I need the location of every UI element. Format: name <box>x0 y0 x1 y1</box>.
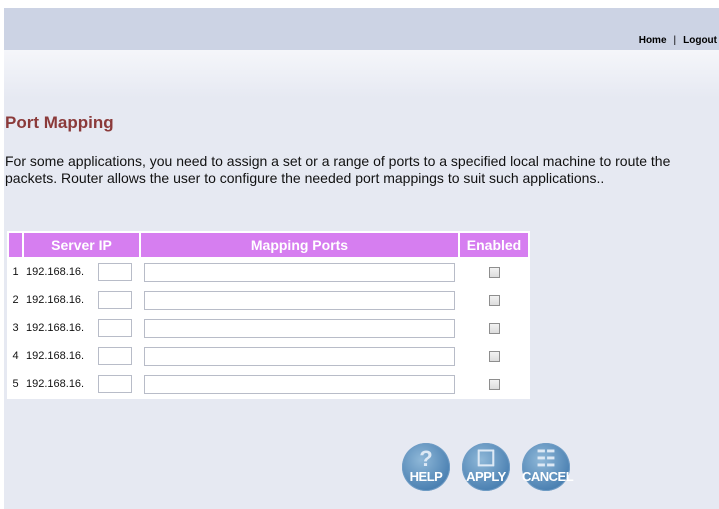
table-row: 5 192.168.16. <box>9 371 528 397</box>
header-mapping-ports: Mapping Ports <box>141 233 458 257</box>
server-ip-input[interactable] <box>98 375 132 393</box>
row-number: 2 <box>9 287 22 313</box>
ip-prefix: 192.168.16. <box>26 321 85 334</box>
row-number: 5 <box>9 371 22 397</box>
enabled-checkbox[interactable] <box>488 378 500 390</box>
header-enabled: Enabled <box>460 233 528 257</box>
ip-prefix: 192.168.16. <box>26 293 85 306</box>
table-row: 1 192.168.16. <box>9 259 528 285</box>
enabled-checkbox[interactable] <box>488 294 500 306</box>
enabled-checkbox[interactable] <box>488 322 500 334</box>
top-links: Home | Logout <box>639 35 717 46</box>
ip-prefix: 192.168.16. <box>26 377 85 390</box>
port-mapping-table: Server IP Mapping Ports Enabled 1 192.16… <box>7 231 530 399</box>
page-title: Port Mapping <box>5 113 114 132</box>
ip-prefix: 192.168.16. <box>26 265 85 278</box>
row-number: 4 <box>9 343 22 369</box>
table-row: 3 192.168.16. <box>9 315 528 341</box>
apply-icon: ☐ <box>476 446 496 471</box>
server-ip-input[interactable] <box>98 319 132 337</box>
logout-link[interactable]: Logout <box>683 35 717 46</box>
mapping-ports-input[interactable] <box>144 374 455 394</box>
server-ip-input[interactable] <box>98 263 132 281</box>
table-row: 4 192.168.16. <box>9 343 528 369</box>
row-number: 3 <box>9 315 22 341</box>
page-description: For some applications, you need to assig… <box>5 153 671 186</box>
mapping-ports-input[interactable] <box>144 290 455 310</box>
question-icon: ? <box>419 446 433 471</box>
mapping-ports-input[interactable] <box>144 262 455 282</box>
cancel-button-label: CANCEL <box>522 469 574 484</box>
ip-prefix: 192.168.16. <box>26 349 85 362</box>
header-band <box>4 50 719 98</box>
table-row: 2 192.168.16. <box>9 287 528 313</box>
header-server-ip: Server IP <box>24 233 139 257</box>
home-link[interactable]: Home <box>639 35 667 46</box>
server-ip-input[interactable] <box>98 291 132 309</box>
help-button[interactable]: ? HELP <box>402 443 450 491</box>
header-num <box>9 233 22 257</box>
link-separator: | <box>673 35 677 46</box>
enabled-checkbox[interactable] <box>488 266 500 278</box>
mapping-ports-input[interactable] <box>144 346 455 366</box>
apply-button-label: APPLY <box>466 469 506 484</box>
enabled-checkbox[interactable] <box>488 350 500 362</box>
trash-icon: ☷ <box>536 446 556 471</box>
table-header-row: Server IP Mapping Ports Enabled <box>9 233 528 257</box>
apply-button[interactable]: ☐ APPLY <box>462 443 510 491</box>
mapping-ports-input[interactable] <box>144 318 455 338</box>
cancel-button[interactable]: ☷ CANCEL <box>522 443 574 491</box>
server-ip-input[interactable] <box>98 347 132 365</box>
top-bar: Home | Logout <box>4 8 719 50</box>
help-button-label: HELP <box>409 469 443 484</box>
row-number: 1 <box>9 259 22 285</box>
